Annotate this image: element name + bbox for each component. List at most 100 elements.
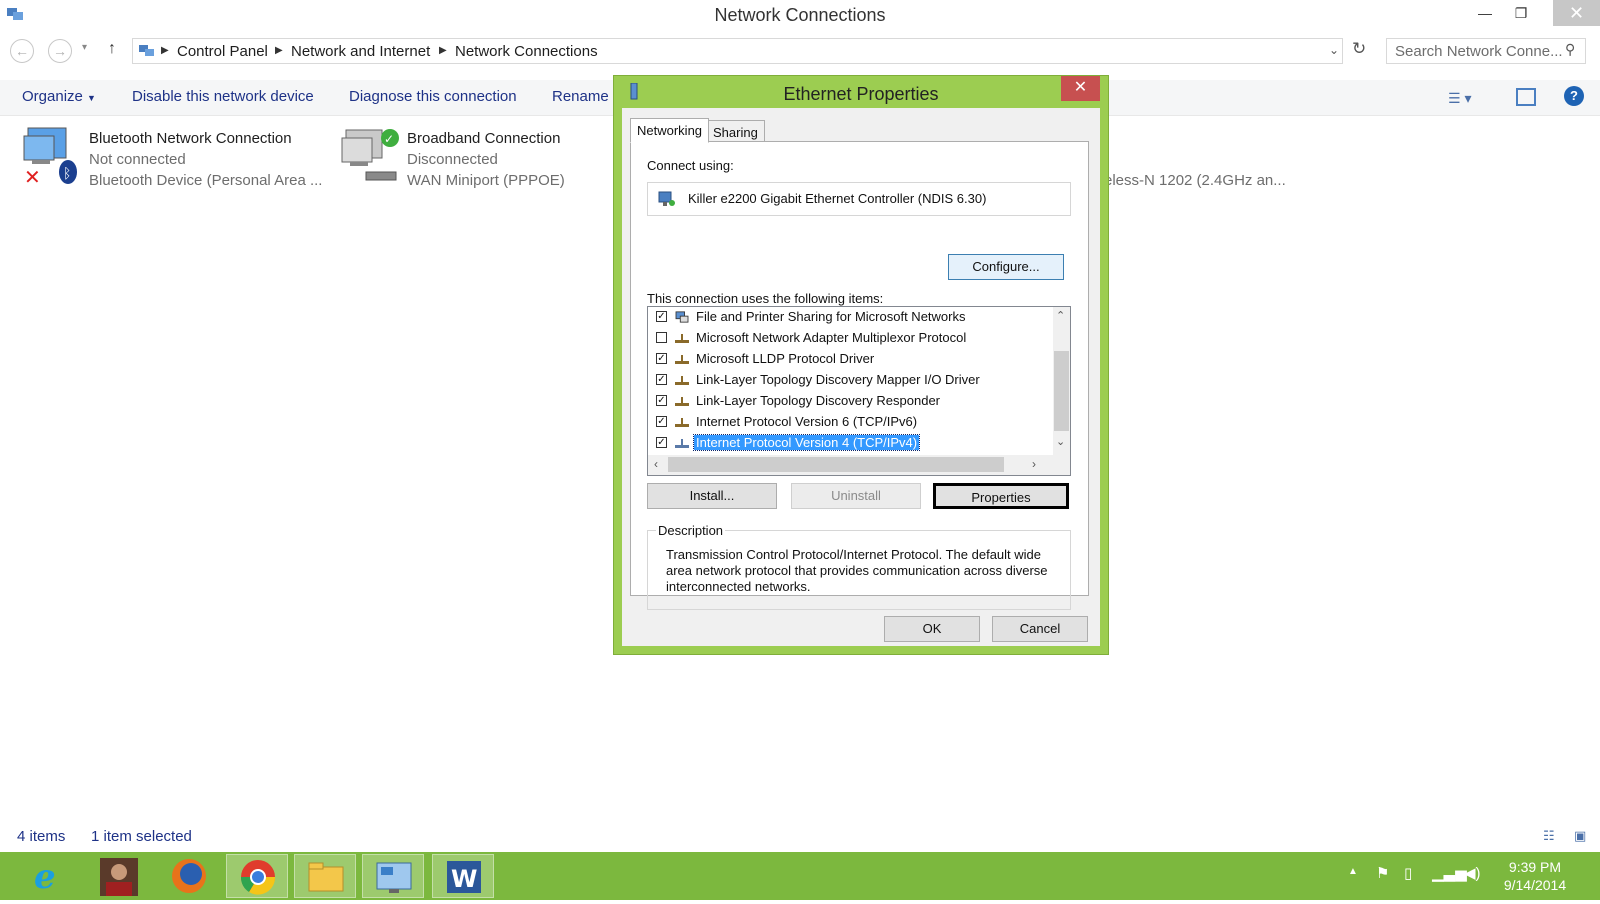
taskbar-file-explorer[interactable] xyxy=(294,854,356,898)
uninstall-button[interactable]: Uninstall xyxy=(791,483,921,509)
scrollbar-thumb[interactable] xyxy=(1054,351,1069,431)
show-hidden-icons-icon[interactable]: ▲ xyxy=(1348,866,1358,877)
breadcrumb-network-and-internet[interactable]: Network and Internet xyxy=(291,43,430,60)
list-item[interactable]: Microsoft Network Adapter Multiplexor Pr… xyxy=(648,328,1048,348)
item-checkbox[interactable]: ✓ xyxy=(656,311,667,322)
scroll-down-icon[interactable]: ⌄ xyxy=(1056,435,1065,448)
protocol-list[interactable]: ✓ File and Printer Sharing for Microsoft… xyxy=(647,306,1071,476)
diagnose-connection-button[interactable]: Diagnose this connection xyxy=(349,88,517,105)
connection-item-wireless[interactable]: eless-N 1202 (2.4GHz an... xyxy=(1080,126,1300,192)
breadcrumb-separator[interactable]: ▶ xyxy=(161,45,169,56)
dialog-close-button[interactable]: ✕ xyxy=(1061,76,1100,101)
maximize-button[interactable]: ❐ xyxy=(1504,0,1538,26)
organize-label: Organize xyxy=(22,88,83,105)
chrome-icon xyxy=(240,860,276,895)
battery-icon[interactable]: ▯ xyxy=(1404,864,1412,882)
connect-using-label: Connect using: xyxy=(647,158,734,173)
list-item[interactable]: ✓ Link-Layer Topology Discovery Mapper I… xyxy=(648,370,1048,390)
protocol-icon xyxy=(675,376,689,385)
list-item[interactable]: ✓ File and Printer Sharing for Microsoft… xyxy=(648,307,1048,327)
item-checkbox[interactable]: ✓ xyxy=(656,353,667,364)
breadcrumb-separator[interactable]: ▶ xyxy=(275,45,283,56)
ok-button[interactable]: OK xyxy=(884,616,980,642)
firefox-icon xyxy=(172,859,206,893)
change-view-icon[interactable]: ☰ ▾ xyxy=(1448,90,1471,107)
list-item-selected[interactable]: ✓ Internet Protocol Version 4 (TCP/IPv4) xyxy=(648,433,1048,453)
large-icons-view-icon[interactable]: ▣ xyxy=(1574,828,1586,844)
search-icon[interactable]: ⚲ xyxy=(1565,41,1575,58)
bluetooth-connection-icon: ✕ ᛒ xyxy=(23,127,77,188)
item-label: Microsoft Network Adapter Multiplexor Pr… xyxy=(696,330,967,345)
svg-text:W: W xyxy=(451,865,477,893)
connection-status: Disconnected xyxy=(407,151,498,168)
svg-text:e: e xyxy=(34,857,56,897)
connection-item-bluetooth[interactable]: ✕ ᛒ Bluetooth Network Connection Not con… xyxy=(22,126,322,192)
recent-dropdown-icon[interactable]: ▾ xyxy=(82,42,87,53)
window-title: Network Connections xyxy=(714,5,886,25)
connection-device: Bluetooth Device (Personal Area ... xyxy=(89,172,323,189)
item-checkbox[interactable]: ✓ xyxy=(656,395,667,406)
breadcrumb-network-connections[interactable]: Network Connections xyxy=(455,43,598,60)
taskbar-word[interactable]: W xyxy=(432,854,494,898)
help-icon[interactable]: ? xyxy=(1564,86,1584,106)
breadcrumb-control-panel[interactable]: Control Panel xyxy=(177,43,268,60)
list-item[interactable]: ✓ Microsoft LLDP Protocol Driver xyxy=(648,349,1048,369)
scroll-left-icon[interactable]: ‹ xyxy=(654,457,658,471)
description-text: Transmission Control Protocol/Internet P… xyxy=(666,547,1048,594)
close-button[interactable]: ✕ xyxy=(1553,0,1600,26)
selection-count: 1 item selected xyxy=(91,828,192,845)
taskbar-internet-explorer[interactable]: e xyxy=(18,854,80,898)
item-checkbox[interactable]: ✓ xyxy=(656,374,667,385)
tab-networking[interactable]: Networking xyxy=(630,118,710,143)
horizontal-scrollbar[interactable]: ‹ › xyxy=(648,455,1070,475)
protocol-icon xyxy=(675,355,689,364)
taskbar-chrome[interactable] xyxy=(226,854,288,898)
clock-date: 9/14/2014 xyxy=(1503,877,1567,893)
control-panel-icon xyxy=(139,45,154,56)
item-checkbox[interactable]: ✓ xyxy=(656,437,667,448)
item-checkbox[interactable] xyxy=(656,332,667,343)
disable-device-button[interactable]: Disable this network device xyxy=(132,88,314,105)
scroll-up-icon[interactable]: ⌃ xyxy=(1056,309,1065,322)
properties-button[interactable]: Properties xyxy=(933,483,1069,509)
back-button[interactable]: ← xyxy=(10,39,34,63)
preview-pane-icon[interactable] xyxy=(1516,88,1536,106)
protocol-icon xyxy=(675,439,689,448)
taskbar-user-photo[interactable] xyxy=(88,854,150,898)
taskbar: e W ▲ ⚑ ▯ ▁▃▅ ◀) 9:39 PM 9/14/2014 xyxy=(0,852,1600,900)
forward-button[interactable]: → xyxy=(48,39,72,63)
protocol-icon xyxy=(675,418,689,427)
networking-panel: Connect using: Killer e2200 Gigabit Ethe… xyxy=(630,141,1089,610)
rename-connection-button[interactable]: Rename t xyxy=(552,88,617,105)
install-button[interactable]: Install... xyxy=(647,483,777,509)
item-label: Microsoft LLDP Protocol Driver xyxy=(696,351,875,366)
taskbar-control-panel[interactable] xyxy=(362,854,424,898)
breadcrumb-separator[interactable]: ▶ xyxy=(439,45,447,56)
scroll-right-icon[interactable]: › xyxy=(1032,457,1036,471)
item-checkbox[interactable]: ✓ xyxy=(656,416,667,427)
search-input[interactable]: Search Network Conne... ⚲ xyxy=(1386,38,1586,64)
vertical-scrollbar[interactable]: ⌃ ⌄ xyxy=(1053,307,1070,455)
network-signal-icon[interactable]: ▁▃▅ xyxy=(1432,864,1467,882)
details-view-icon[interactable]: ☷ xyxy=(1543,828,1555,844)
taskbar-firefox[interactable] xyxy=(158,854,220,898)
connection-item-broadband[interactable]: ✓ Broadband Connection Disconnected WAN … xyxy=(340,126,580,192)
address-bar[interactable]: ▶ Control Panel ▶ Network and Internet ▶… xyxy=(132,38,1343,64)
up-button[interactable]: ↑ xyxy=(108,40,116,58)
item-label: Link-Layer Topology Discovery Mapper I/O… xyxy=(696,372,980,387)
refresh-icon[interactable]: ↻ xyxy=(1352,39,1366,59)
action-center-icon[interactable]: ⚑ xyxy=(1376,864,1389,882)
scrollbar-thumb[interactable] xyxy=(668,457,1004,472)
volume-icon[interactable]: ◀) xyxy=(1464,864,1481,882)
system-clock[interactable]: 9:39 PM 9/14/2014 xyxy=(1480,858,1590,894)
protocol-icon xyxy=(675,334,689,343)
configure-button[interactable]: Configure... xyxy=(948,254,1064,280)
svg-text:ᛒ: ᛒ xyxy=(63,166,71,182)
cancel-button[interactable]: Cancel xyxy=(992,616,1088,642)
organize-menu[interactable]: Organize ▼ xyxy=(22,88,96,105)
tab-sharing[interactable]: Sharing xyxy=(706,120,765,142)
address-dropdown-icon[interactable]: ⌄ xyxy=(1329,43,1339,57)
minimize-button[interactable]: — xyxy=(1468,0,1502,26)
list-item[interactable]: ✓ Internet Protocol Version 6 (TCP/IPv6) xyxy=(648,412,1048,432)
list-item[interactable]: ✓ Link-Layer Topology Discovery Responde… xyxy=(648,391,1048,411)
